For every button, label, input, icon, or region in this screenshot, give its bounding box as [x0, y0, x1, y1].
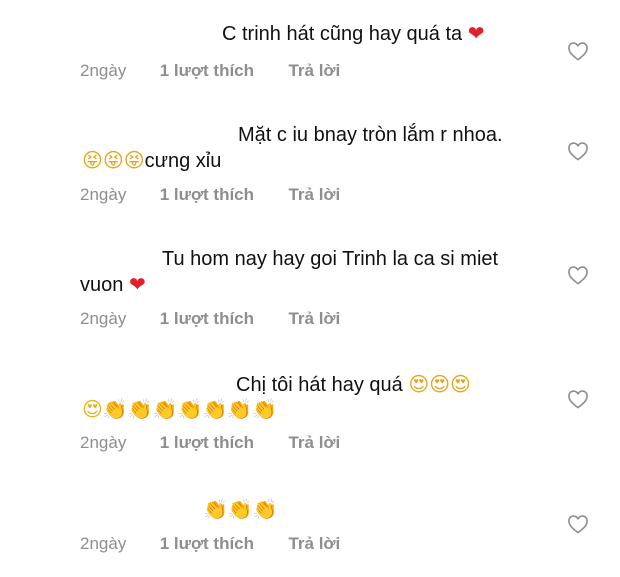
comment-likes-link[interactable]: 1 lượt thích [160, 61, 284, 81]
comment-text-content: Chị tôi hát hay quá [236, 374, 403, 396]
comment-time: 2ngày [80, 534, 127, 553]
comment-text-line-2: 😝😝😝cưng xỉu [82, 148, 221, 174]
comment-meta: 2ngày 1 lượt thích Trả lời [80, 534, 340, 554]
clapping-hands-emoji: 👏👏👏 [203, 497, 278, 521]
comment-text-line-2: 😍👏👏👏👏👏👏👏 [82, 397, 277, 423]
reply-button[interactable]: Trả lời [288, 433, 340, 453]
comment-text-line-2: vuon ❤ [80, 272, 146, 298]
comment-text-content: cưng xỉu [144, 150, 222, 172]
comment-text-content: C trinh hát cũng hay quá ta [222, 23, 463, 45]
comment-meta: 2ngày 1 lượt thích Trả lời [80, 61, 340, 81]
comment-likes-link[interactable]: 1 lượt thích [160, 309, 284, 329]
heart-emoji: ❤ [128, 272, 146, 296]
like-heart-icon[interactable] [567, 389, 589, 409]
heart-emoji: ❤ [467, 21, 485, 45]
clapping-hands-emoji: 😍👏👏👏👏👏👏👏 [82, 397, 278, 421]
comment-time: 2ngày [80, 433, 127, 452]
comment-meta: 2ngày 1 lượt thích Trả lời [80, 309, 340, 329]
reply-button[interactable]: Trả lời [288, 185, 340, 205]
comment-text-line-1: 👏👏👏 [203, 497, 278, 523]
like-heart-icon[interactable] [567, 265, 589, 285]
comment-text-line-1: Chị tôi hát hay quá 😍😍😍 [236, 372, 471, 398]
comment-time: 2ngày [80, 61, 127, 80]
comment-text: C trinh hát cũng hay quá ta ❤ [222, 21, 484, 47]
comment-text-line-1: Tu hom nay hay goi Trinh la ca si miet [162, 248, 499, 270]
comment-text-line-1: Mặt c iu bnay tròn lắm r nhoa. [238, 124, 503, 146]
comment-likes-link[interactable]: 1 lượt thích [160, 534, 284, 554]
squinting-tongue-emoji: 😝😝😝 [82, 148, 145, 172]
comment-text-content: vuon [80, 274, 124, 296]
reply-button[interactable]: Trả lời [288, 61, 340, 81]
comment-meta: 2ngày 1 lượt thích Trả lời [80, 433, 340, 453]
comment-time: 2ngày [80, 185, 127, 204]
like-heart-icon[interactable] [567, 41, 589, 61]
reply-button[interactable]: Trả lời [288, 534, 340, 554]
heart-eyes-emoji: 😍😍😍 [408, 372, 471, 396]
comment-likes-link[interactable]: 1 lượt thích [160, 433, 284, 453]
comment-time: 2ngày [80, 309, 127, 328]
like-heart-icon[interactable] [567, 514, 589, 534]
comment-likes-link[interactable]: 1 lượt thích [160, 185, 284, 205]
comment-meta: 2ngày 1 lượt thích Trả lời [80, 185, 340, 205]
reply-button[interactable]: Trả lời [288, 309, 340, 329]
like-heart-icon[interactable] [567, 141, 589, 161]
